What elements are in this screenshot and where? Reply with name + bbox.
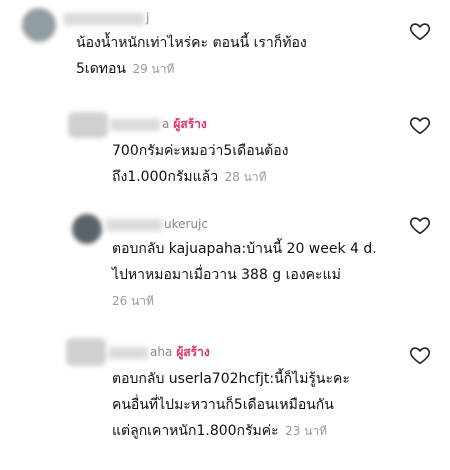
comment-text: ตอบกลับ userla702hcfjt:นี้ก็ไม่รู้นะคะ ค…	[112, 371, 350, 439]
heart-outline-icon[interactable]	[409, 214, 431, 236]
comment-time: 26 นาที	[112, 294, 154, 308]
heart-outline-icon[interactable]	[409, 114, 431, 136]
comment-username[interactable]: a ผู้สร้าง	[110, 116, 207, 132]
comment-text: น้องน้ำหนักเท่าไหร่คะ ตอนนี้ เราก็ท้อง 5…	[76, 35, 307, 77]
comment-username[interactable]: j	[64, 10, 149, 26]
heart-outline-icon[interactable]	[409, 20, 431, 42]
avatar[interactable]	[22, 8, 56, 42]
comment-item: j น้องน้ำหนักเท่าไหร่คะ ตอนนี้ เราก็ท้อง…	[0, 0, 450, 100]
comment-item: ukerujc ตอบกลับ kajuapaha:บ้านนี้ 20 wee…	[0, 206, 450, 326]
comment-username[interactable]: ukerujc	[106, 216, 208, 232]
comment-item: aha ผู้สร้าง ตอบกลับ userla702hcfjt:นี้ก็…	[0, 336, 450, 470]
comment-item: a ผู้สร้าง 700กรัมค่ะหมอว่า5เดือนต้อง ถึง…	[0, 108, 450, 203]
creator-badge: ผู้สร้าง	[176, 345, 210, 359]
comment-time: 28 นาที	[224, 170, 267, 184]
creator-badge: ผู้สร้าง	[173, 117, 207, 131]
comment-text: 700กรัมค่ะหมอว่า5เดือนต้อง ถึง1.000กรัมแ…	[112, 143, 289, 185]
avatar[interactable]	[66, 338, 106, 366]
comment-time: 29 นาที	[132, 62, 175, 76]
avatar[interactable]	[72, 214, 102, 244]
comment-time: 23 นาที	[285, 424, 328, 438]
heart-outline-icon[interactable]	[409, 344, 431, 366]
comment-username[interactable]: aha ผู้สร้าง	[108, 344, 210, 360]
avatar[interactable]	[68, 112, 108, 138]
comment-text: ตอบกลับ kajuapaha:บ้านนี้ 20 week 4 d. ไ…	[112, 241, 377, 308]
